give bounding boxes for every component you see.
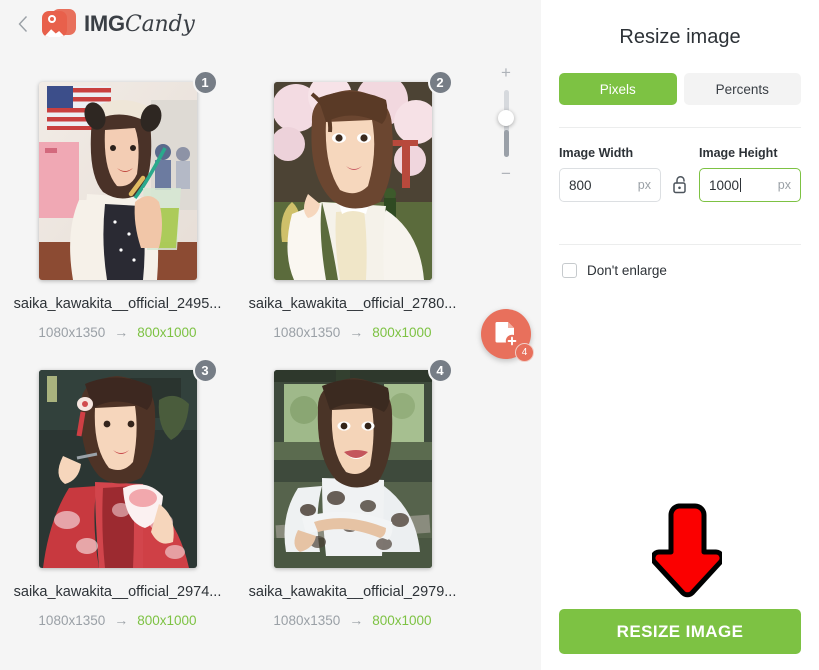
- image-dimensions: 1080x1350 → 800x1000: [273, 612, 431, 628]
- height-label: Image Height: [699, 146, 778, 160]
- height-input[interactable]: 1000 px: [699, 168, 801, 202]
- image-index-badge[interactable]: 2: [427, 70, 453, 95]
- dont-enlarge-checkbox[interactable]: [562, 263, 577, 278]
- zoom-slider-track[interactable]: [498, 90, 514, 157]
- dont-enlarge-row[interactable]: Don't enlarge: [559, 245, 801, 278]
- thumbnail-zoom-slider[interactable]: + −: [492, 64, 520, 182]
- arrow-right-icon: →: [114, 612, 129, 628]
- photo-girl-in-red-yukata: [38, 370, 197, 568]
- logo-wordmark: IMGCandy: [84, 11, 195, 37]
- image-card: 4 saika_kawakita__official_2979... 1080x…: [235, 348, 470, 636]
- original-dimensions: 1080x1350: [273, 612, 341, 628]
- panel-title: Resize image: [619, 26, 741, 48]
- width-unit: px: [637, 178, 651, 192]
- image-filename: saika_kawakita__official_2780...: [248, 296, 457, 312]
- height-field-group: Image Height 1000 px: [699, 146, 801, 202]
- tab-percents[interactable]: Percents: [683, 73, 801, 105]
- add-files-count-badge: 4: [515, 343, 534, 362]
- image-thumbnail-3[interactable]: [38, 370, 197, 568]
- dont-enlarge-label[interactable]: Don't enlarge: [587, 263, 667, 278]
- image-grid: 1 saika_kawakita__official_2495... 1080x…: [0, 60, 470, 636]
- image-card: 3 saika_kawakita__official_2974... 1080x…: [0, 348, 235, 636]
- logo-text-img: IMG: [84, 11, 125, 36]
- width-field-group: Image Width 800 px: [559, 146, 661, 202]
- thumbnail-wrapper: 4: [273, 358, 453, 568]
- image-thumbnail-2[interactable]: [273, 82, 432, 280]
- height-value: 1000: [709, 178, 778, 193]
- image-card: 2 saika_kawakita__official_2780... 1080x…: [235, 60, 470, 348]
- new-dimensions: 800x1000: [137, 612, 197, 628]
- image-filename: saika_kawakita__official_2974...: [13, 584, 222, 600]
- thumbnail-wrapper: 3: [38, 358, 218, 568]
- file-plus-icon: [495, 322, 518, 347]
- image-filename: saika_kawakita__official_2495...: [13, 296, 222, 312]
- chevron-left-icon: [18, 16, 28, 32]
- original-dimensions: 1080x1350: [38, 612, 106, 628]
- dimension-fields: Image Width 800 px Image Height 1000 px: [559, 128, 801, 222]
- image-dimensions: 1080x1350 → 800x1000: [273, 324, 431, 340]
- app-root: IMGCandy 1 saika_kawakita__official_2495…: [0, 0, 819, 670]
- resize-settings-panel: Resize image Pixels Percents Image Width…: [541, 0, 819, 670]
- image-card: 1 saika_kawakita__official_2495... 1080x…: [0, 60, 235, 348]
- thumbnail-wrapper: 1: [38, 70, 218, 280]
- app-logo[interactable]: IMGCandy: [42, 8, 195, 40]
- image-index-badge[interactable]: 4: [427, 358, 453, 383]
- workspace-pane: IMGCandy 1 saika_kawakita__official_2495…: [0, 0, 541, 670]
- resize-image-button[interactable]: RESIZE IMAGE: [559, 609, 801, 654]
- arrow-right-icon: →: [349, 324, 364, 340]
- zoom-slider-handle[interactable]: [498, 110, 514, 127]
- photo-girl-cherry-blossoms: [273, 82, 432, 280]
- top-bar: IMGCandy: [0, 0, 541, 48]
- image-thumbnail-4[interactable]: [273, 370, 432, 568]
- unlocked-padlock-icon: [672, 175, 686, 193]
- image-filename: saika_kawakita__official_2979...: [248, 584, 457, 600]
- original-dimensions: 1080x1350: [38, 324, 106, 340]
- new-dimensions: 800x1000: [372, 612, 432, 628]
- zoom-slider-fill: [503, 130, 509, 157]
- image-dimensions: 1080x1350 → 800x1000: [38, 324, 196, 340]
- image-photo-icon: [42, 8, 76, 40]
- image-dimensions: 1080x1350 → 800x1000: [38, 612, 196, 628]
- new-dimensions: 800x1000: [372, 324, 432, 340]
- aspect-ratio-lock-button[interactable]: [670, 173, 690, 195]
- image-index-badge[interactable]: 1: [192, 70, 218, 95]
- arrow-right-icon: →: [349, 612, 364, 628]
- zoom-out-icon[interactable]: −: [501, 165, 511, 182]
- original-dimensions: 1080x1350: [273, 324, 341, 340]
- add-files-button[interactable]: 4: [481, 309, 534, 362]
- photo-girl-with-green-drink: [38, 82, 197, 280]
- image-thumbnail-1[interactable]: [38, 82, 197, 280]
- logo-text-candy: Candy: [124, 12, 195, 37]
- arrow-right-icon: →: [114, 324, 129, 340]
- image-index-badge[interactable]: 3: [192, 358, 218, 383]
- height-unit: px: [777, 178, 791, 192]
- new-dimensions: 800x1000: [137, 324, 197, 340]
- thumbnail-wrapper: 2: [273, 70, 453, 280]
- photo-girl-floral-blouse-park: [273, 370, 432, 568]
- width-input[interactable]: 800 px: [559, 168, 661, 202]
- unit-mode-tabs: Pixels Percents: [559, 73, 801, 105]
- width-label: Image Width: [559, 146, 634, 160]
- tab-pixels[interactable]: Pixels: [559, 73, 677, 105]
- zoom-in-icon[interactable]: +: [501, 64, 511, 81]
- back-button[interactable]: [10, 11, 36, 37]
- width-value: 800: [569, 177, 592, 193]
